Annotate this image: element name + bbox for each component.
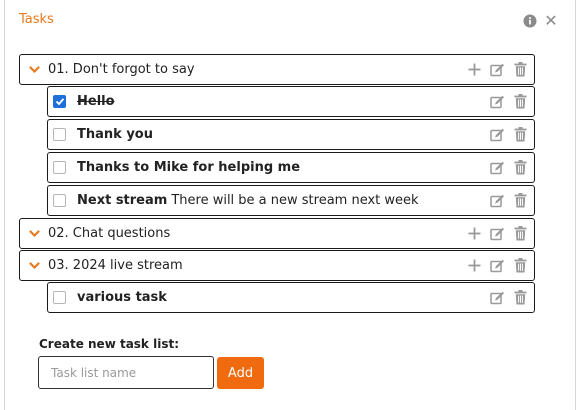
edit-icon[interactable] — [490, 160, 505, 175]
add-task-icon[interactable] — [467, 62, 482, 77]
edit-icon[interactable] — [490, 290, 505, 305]
trash-icon[interactable] — [513, 94, 528, 109]
task-list-row[interactable]: 02. Chat questions — [19, 218, 535, 249]
trash-icon[interactable] — [513, 290, 528, 305]
create-list-label: Create new task list: — [39, 337, 179, 351]
edit-icon[interactable] — [490, 193, 505, 208]
trash-icon[interactable] — [513, 62, 528, 77]
trash-icon[interactable] — [513, 258, 528, 273]
add-task-icon[interactable] — [467, 258, 482, 273]
panel-title: Tasks — [19, 12, 54, 27]
edit-icon[interactable] — [490, 94, 505, 109]
task-list-row[interactable]: 03. 2024 live stream — [19, 250, 535, 281]
task-title: Next stream — [77, 193, 168, 208]
task-description: There will be a new stream next week — [171, 193, 419, 208]
task-row[interactable]: Thank you — [47, 119, 535, 150]
chevron-down-icon[interactable] — [28, 260, 40, 272]
task-title: Thank you — [77, 127, 153, 142]
edit-icon[interactable] — [490, 62, 505, 77]
trash-icon[interactable] — [513, 127, 528, 142]
trash-icon[interactable] — [513, 160, 528, 175]
task-title: various task — [77, 290, 167, 305]
task-row[interactable]: Next stream There will be a new stream n… — [47, 185, 535, 216]
task-row[interactable]: various task — [47, 282, 535, 313]
edit-icon[interactable] — [490, 258, 505, 273]
task-checkbox[interactable] — [53, 194, 66, 207]
edit-icon[interactable] — [490, 226, 505, 241]
edit-icon[interactable] — [490, 127, 505, 142]
chevron-down-icon[interactable] — [28, 228, 40, 240]
add-task-icon[interactable] — [467, 226, 482, 241]
task-checkbox[interactable] — [53, 161, 66, 174]
info-icon[interactable] — [523, 14, 537, 28]
trash-icon[interactable] — [513, 226, 528, 241]
tasks-panel: Tasks ✕ 01. Don't forgot to say Hello Th… — [4, 0, 576, 410]
task-list-name: 03. 2024 live stream — [48, 258, 183, 273]
task-title: Hello — [77, 94, 115, 109]
task-list-row[interactable]: 01. Don't forgot to say — [19, 54, 535, 85]
add-task-list-button[interactable]: Add — [217, 357, 264, 389]
chevron-down-icon[interactable] — [28, 64, 40, 76]
task-checkbox[interactable] — [53, 128, 66, 141]
task-checkbox[interactable] — [53, 95, 66, 108]
task-row[interactable]: Hello — [47, 86, 535, 117]
task-list-name: 01. Don't forgot to say — [48, 62, 195, 77]
task-title: Thanks to Mike for helping me — [77, 160, 301, 175]
task-row[interactable]: Thanks to Mike for helping me — [47, 152, 535, 183]
trash-icon[interactable] — [513, 193, 528, 208]
close-icon[interactable]: ✕ — [544, 13, 558, 29]
task-checkbox[interactable] — [53, 291, 66, 304]
task-list-name-input[interactable] — [38, 356, 214, 389]
task-list-name: 02. Chat questions — [48, 226, 171, 241]
